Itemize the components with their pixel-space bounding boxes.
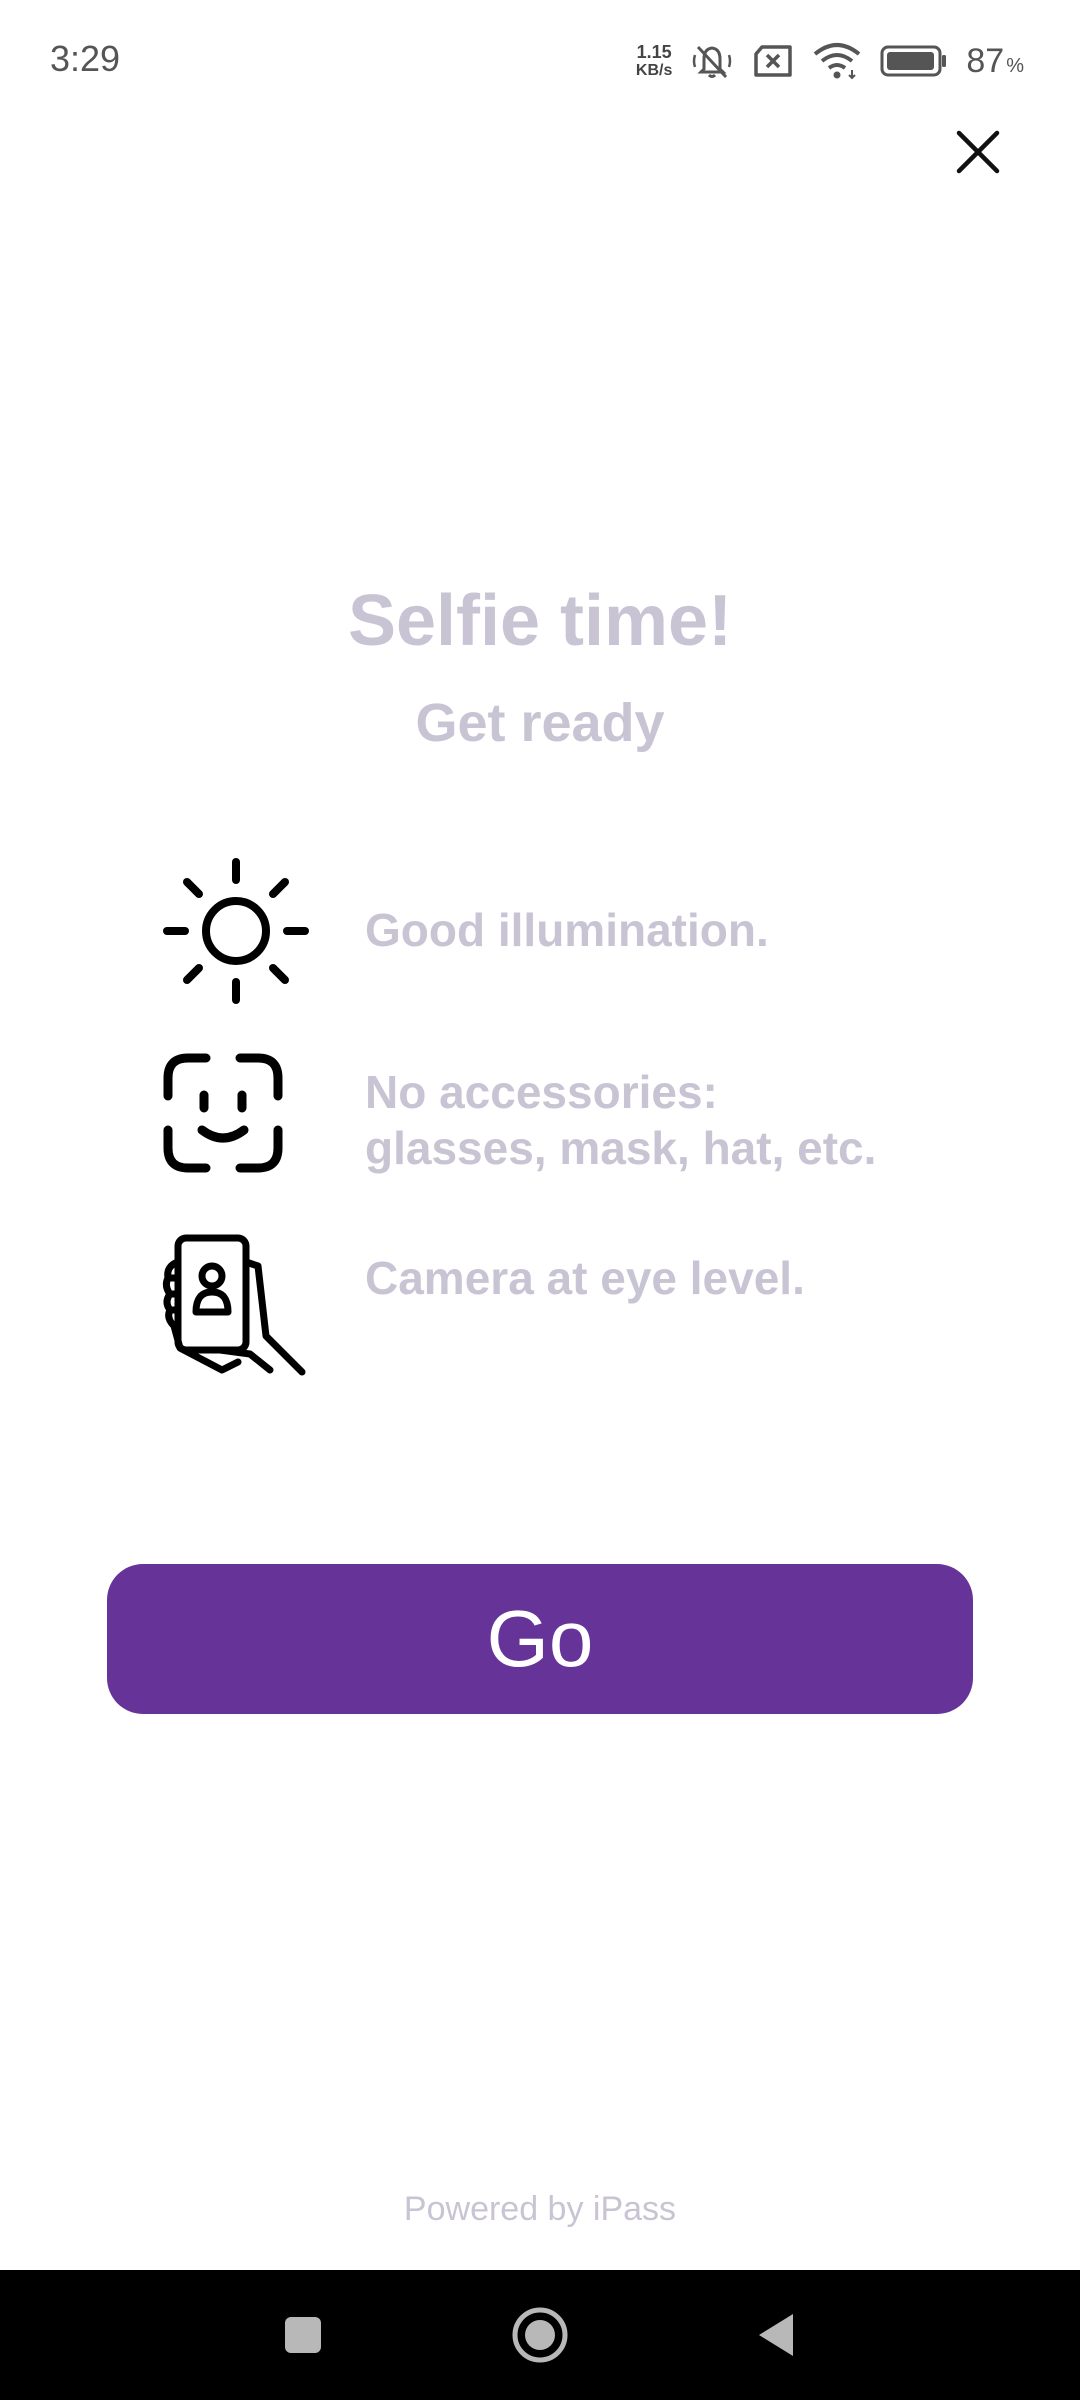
tip-accessories-text: No accessories: glasses, mask, hat, etc. — [365, 1066, 877, 1174]
status-time: 3:29 — [50, 38, 121, 79]
battery-percent-value: 87 — [966, 41, 1005, 80]
battery-icon — [880, 45, 948, 77]
mute-icon — [690, 41, 734, 81]
back-button[interactable] — [715, 2270, 835, 2400]
tip-illumination-text: Good illumination. — [365, 904, 769, 956]
home-button[interactable] — [480, 2270, 600, 2400]
tip-eye-level-text: Camera at eye level. — [365, 1252, 805, 1304]
go-button[interactable]: Go — [107, 1564, 973, 1714]
sun-icon — [160, 856, 310, 1011]
face-scan-icon — [160, 1050, 300, 1195]
back-icon — [759, 2314, 793, 2356]
battery-percent-sign: % — [1006, 54, 1024, 77]
page-subtitle: Get ready — [415, 693, 665, 753]
system-nav-bar — [0, 2270, 1080, 2400]
network-speed-unit: KB/s — [635, 62, 673, 79]
selfie-instructions-screen: 3:29 1.15 KB/s 87 % Selfie time! Get rea… — [0, 0, 1080, 2400]
status-bar: 3:29 1.15 KB/s 87 % — [0, 0, 1080, 120]
wifi-icon — [812, 42, 862, 80]
close-button[interactable] — [948, 122, 1008, 182]
battery-percent: 87% — [966, 42, 1024, 81]
powered-by-label: Powered by iPass — [403, 2190, 677, 2228]
home-icon — [512, 2307, 568, 2363]
network-speed-value: 1.15 — [636, 42, 672, 62]
sim-error-icon — [752, 44, 794, 78]
page-title: Selfie time! — [347, 581, 733, 661]
close-icon — [956, 130, 1000, 174]
network-speed: 1.15 KB/s — [636, 43, 672, 79]
status-icons: 1.15 KB/s 87 % — [636, 36, 1024, 86]
recents-icon — [285, 2317, 321, 2353]
phone-in-hand-icon — [160, 1232, 310, 1387]
recents-button[interactable] — [243, 2270, 363, 2400]
